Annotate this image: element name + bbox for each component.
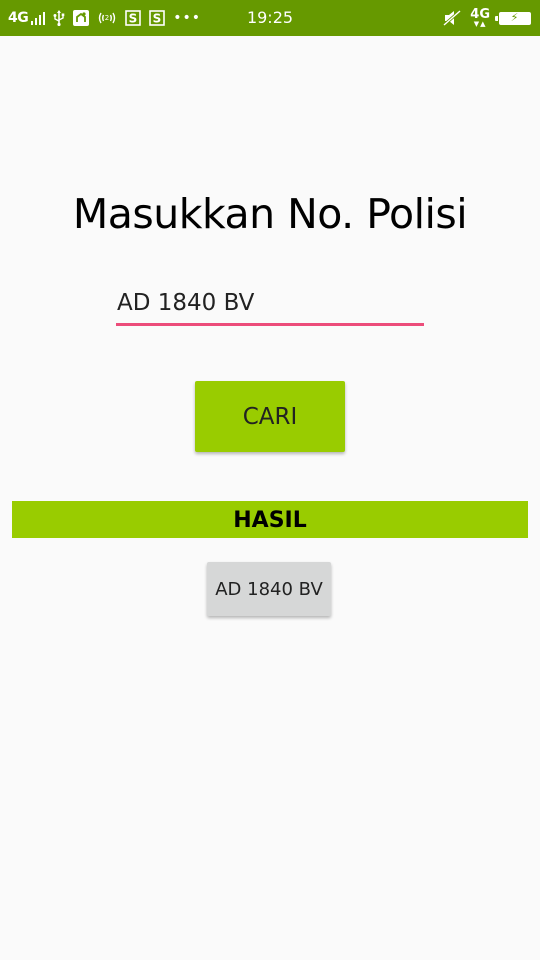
battery-charging-icon: ⚡ [495,10,531,25]
svg-text:2: 2 [105,14,109,22]
data-activity-icon: ▼▲ [473,19,487,28]
clock-text: 19:25 [246,8,294,27]
svg-text:S: S [129,12,138,26]
svg-text:S: S [153,12,162,26]
plate-number-input[interactable] [116,286,424,326]
page-title: Masukkan No. Polisi [72,190,468,238]
app-notification-icon [73,10,90,26]
s-notification-icon: S [149,10,166,26]
charging-bolt-icon: ⚡ [510,10,519,24]
more-notifications-icon: ••• [173,10,202,26]
result-item-button[interactable]: AD 1840 BV [207,562,331,616]
result-header: HASIL [12,501,528,538]
muted-icon [443,10,462,26]
usb-icon [53,10,65,26]
s-notification-icon: S [125,10,142,26]
search-button[interactable]: CARI [195,381,345,452]
network-type-label: 4G [8,10,29,26]
signal-icon [31,11,46,25]
network-type-label: 4G [470,6,490,22]
status-bar-right: 4G ▼▲ ⚡ [443,0,531,36]
status-bar-left: 4G 2 S S ••• [8,0,201,36]
network-indicator: 4G ▼▲ [470,6,490,28]
hotspot-icon: 2 [97,10,117,26]
status-bar: 4G 2 S S ••• 19:25 4G ▼▲ ⚡ [0,0,540,36]
